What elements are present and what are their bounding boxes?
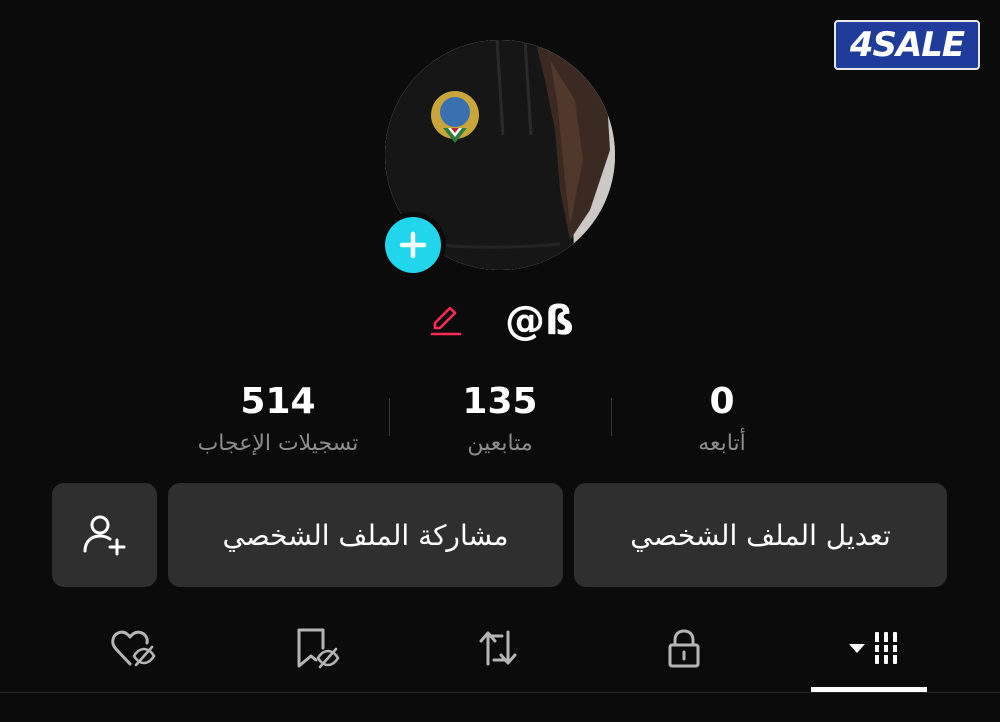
add-avatar-button[interactable] xyxy=(380,212,446,278)
followers-stat[interactable]: 135 متابعين xyxy=(400,380,600,460)
share-profile-label: مشاركة الملف الشخصي xyxy=(222,518,509,552)
followers-count: 135 xyxy=(462,381,538,422)
username: @ß xyxy=(505,298,574,344)
tab-private[interactable] xyxy=(644,620,724,676)
add-friend-button[interactable] xyxy=(52,483,157,587)
likes-stat[interactable]: 514 تسجيلات الإعجاب xyxy=(178,380,378,460)
followers-label: متابعين xyxy=(467,431,533,456)
following-label: أتابعه xyxy=(698,431,746,456)
following-count: 0 xyxy=(709,381,735,422)
plus-icon xyxy=(399,231,427,259)
stats-divider xyxy=(611,398,612,436)
grid-icon xyxy=(849,632,899,664)
repost-icon xyxy=(479,630,517,666)
heart-hidden-icon xyxy=(111,630,156,667)
lock-icon xyxy=(668,629,700,668)
tab-videos[interactable] xyxy=(811,620,927,676)
divider xyxy=(0,692,1000,693)
edit-profile-button[interactable]: تعديل الملف الشخصي xyxy=(574,483,947,587)
watermark-logo: 4SALE xyxy=(834,20,980,70)
stats-divider xyxy=(389,398,390,436)
tab-reposts[interactable] xyxy=(458,620,538,676)
tab-favorites[interactable] xyxy=(276,620,356,676)
pencil-icon[interactable] xyxy=(428,302,464,338)
share-profile-button[interactable]: مشاركة الملف الشخصي xyxy=(168,483,563,587)
likes-count: 514 xyxy=(240,381,316,422)
add-user-icon xyxy=(83,515,125,556)
following-stat[interactable]: 0 أتابعه xyxy=(622,380,822,460)
edit-profile-label: تعديل الملف الشخصي xyxy=(630,518,891,552)
bookmark-hidden-icon xyxy=(297,628,340,669)
likes-label: تسجيلات الإعجاب xyxy=(197,431,359,456)
tab-liked[interactable] xyxy=(94,620,174,676)
